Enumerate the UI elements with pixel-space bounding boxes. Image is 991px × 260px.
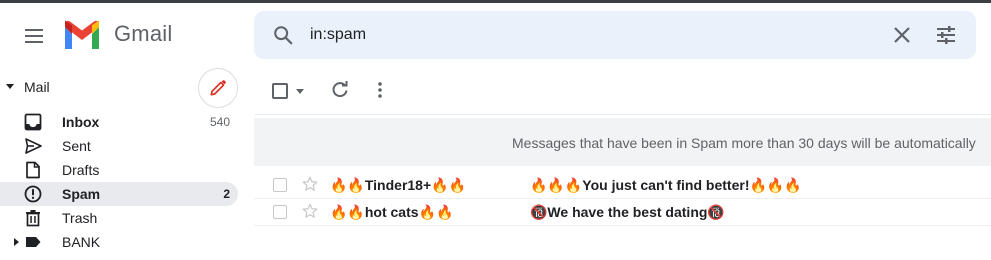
search-input[interactable]: [310, 23, 870, 47]
main-menu-button[interactable]: [16, 20, 52, 52]
caret-down-icon: [6, 84, 14, 89]
email-subject: 🔥🔥🔥You just can't find better!🔥🔥🔥: [530, 177, 802, 193]
sidebar-item-drafts[interactable]: Drafts: [0, 158, 238, 182]
mail-section-toggle[interactable]: Mail: [0, 76, 200, 98]
caret-right-icon[interactable]: [14, 238, 19, 246]
sidebar-item-label: Spam: [62, 186, 101, 202]
row-checkbox[interactable]: [273, 178, 287, 192]
tune-icon[interactable]: [934, 23, 958, 47]
gmail-m-icon: [65, 20, 99, 49]
star-icon[interactable]: [301, 202, 319, 220]
pencil-icon: [210, 80, 226, 96]
email-row[interactable]: 🔥🔥Tinder18+🔥🔥 🔥🔥🔥You just can't find bet…: [254, 172, 991, 199]
email-row[interactable]: 🔥🔥hot cats🔥🔥 🔞We have the best dating🔞: [254, 199, 991, 226]
banner-text: Messages that have been in Spam more tha…: [512, 135, 976, 151]
sidebar-item-bank[interactable]: BANK: [0, 230, 238, 254]
sidebar-item-trash[interactable]: Trash: [0, 206, 238, 230]
sidebar-item-label: Sent: [62, 138, 91, 154]
sidebar-item-inbox[interactable]: Inbox 540: [0, 110, 238, 134]
toolbar-divider: [254, 114, 991, 115]
email-sender: 🔥🔥hot cats🔥🔥: [330, 204, 454, 220]
sidebar-item-label: Inbox: [62, 114, 100, 130]
inbox-icon: [24, 113, 42, 131]
unread-count: 540: [209, 115, 230, 129]
mail-toolbar: [254, 72, 991, 112]
sidebar-item-label: Trash: [62, 210, 98, 226]
sidebar-item-sent[interactable]: Sent: [0, 134, 238, 158]
hamburger-menu-icon: [25, 29, 43, 43]
close-icon[interactable]: [890, 23, 914, 47]
draft-icon: [26, 161, 40, 179]
sidebar-item-spam[interactable]: Spam 2: [0, 182, 238, 206]
unread-count: 2: [223, 187, 230, 201]
label-icon: [26, 237, 41, 247]
sidebar-nav: Inbox 540 Sent Drafts Spam 2 Trash BANK: [0, 110, 238, 254]
email-sender: 🔥🔥Tinder18+🔥🔥: [330, 177, 467, 193]
sidebar-item-label: Drafts: [62, 162, 100, 178]
spam-info-banner: Messages that have been in Spam more tha…: [254, 118, 991, 166]
gmail-wordmark: Gmail: [114, 21, 173, 46]
compose-button[interactable]: [198, 68, 238, 108]
email-subject: 🔞We have the best dating🔞: [530, 204, 725, 220]
search-icon[interactable]: [272, 24, 294, 46]
more-vertical-icon[interactable]: [370, 80, 390, 100]
row-checkbox[interactable]: [273, 205, 287, 219]
chevron-down-icon[interactable]: [296, 89, 304, 94]
gmail-logo[interactable]: [62, 20, 102, 52]
star-icon[interactable]: [301, 175, 319, 193]
trash-icon: [26, 210, 40, 227]
send-icon: [25, 138, 42, 154]
search-bar[interactable]: [254, 11, 976, 59]
top-border: [0, 0, 991, 3]
email-list: 🔥🔥Tinder18+🔥🔥 🔥🔥🔥You just can't find bet…: [254, 172, 991, 226]
mail-section-label: Mail: [24, 79, 50, 95]
spam-icon: [24, 185, 42, 203]
sidebar-item-label: BANK: [62, 234, 101, 250]
select-all-checkbox[interactable]: [272, 83, 288, 99]
refresh-icon[interactable]: [330, 80, 350, 100]
